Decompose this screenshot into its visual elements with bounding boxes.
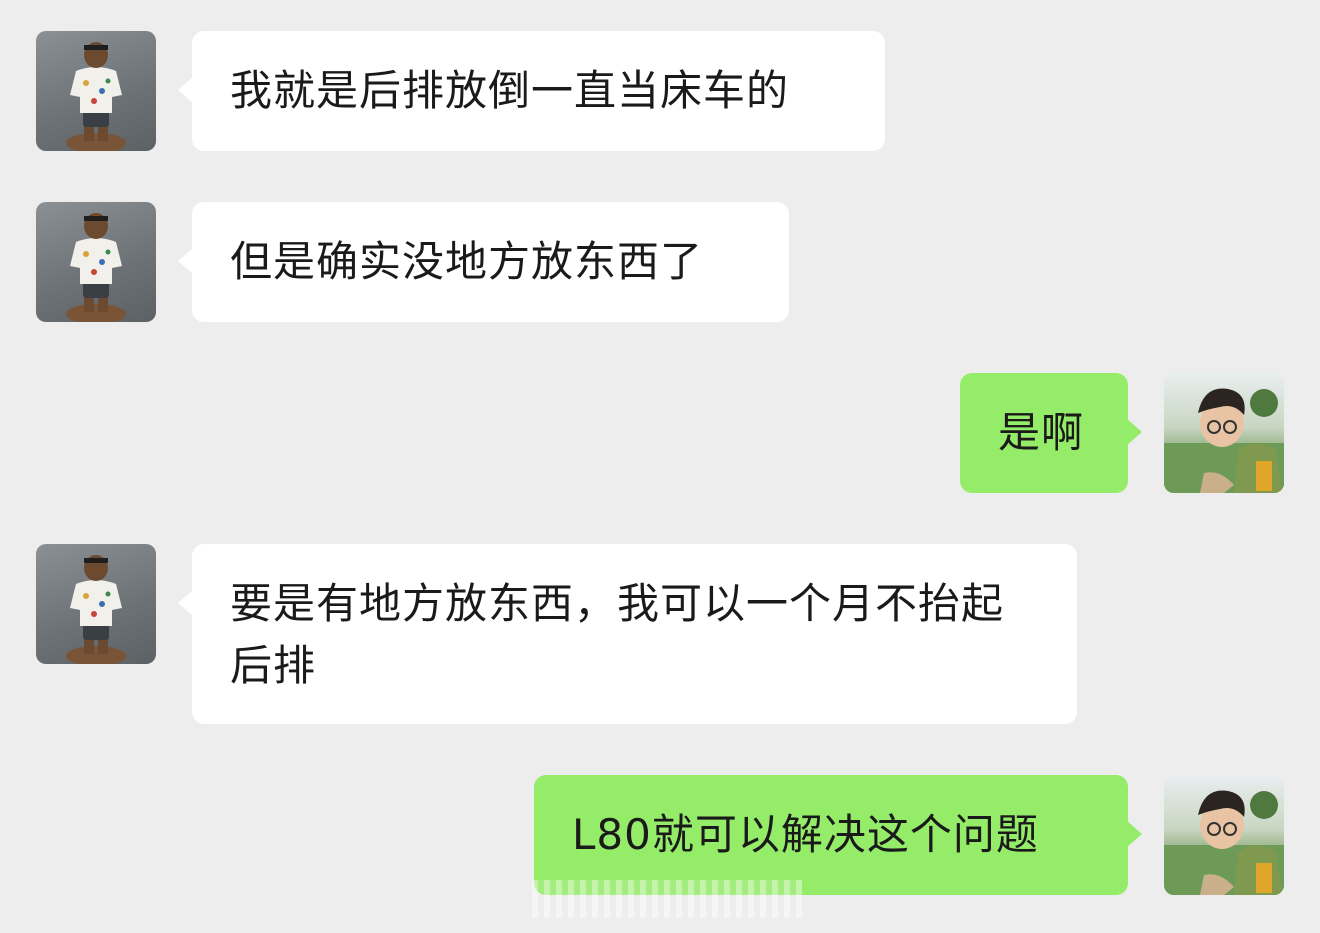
message-bubble-incoming[interactable]: 但是确实没地方放东西了 xyxy=(178,202,789,322)
message-text: 是啊 xyxy=(998,408,1085,457)
message-text: 我就是后排放倒一直当床车的 xyxy=(230,66,790,115)
message-bubble-outgoing[interactable]: 是啊 xyxy=(960,373,1142,493)
message-bubble-incoming[interactable]: 我就是后排放倒一直当床车的 xyxy=(178,31,885,151)
contact-avatar[interactable] xyxy=(36,202,156,322)
figurine-avatar-icon xyxy=(66,213,126,322)
message-bubble-incoming[interactable]: 要是有地方放东西，我可以一个月不抬起后排 xyxy=(178,544,1077,724)
message-text: 但是确实没地方放东西了 xyxy=(230,237,704,286)
figurine-avatar-icon xyxy=(66,42,126,151)
contact-avatar[interactable] xyxy=(36,31,156,151)
message-bubble-outgoing[interactable]: L80就可以解决这个问题 xyxy=(534,775,1142,895)
figurine-avatar-icon xyxy=(66,555,126,664)
message-text: L80就可以解决这个问题 xyxy=(572,810,1039,859)
watermark-overlay xyxy=(532,880,802,918)
person-photo-avatar-icon xyxy=(1164,388,1284,493)
message-text: 要是有地方放东西，我可以一个月不抬起后排 xyxy=(230,579,1005,690)
my-avatar[interactable] xyxy=(1164,775,1284,895)
contact-avatar[interactable] xyxy=(36,544,156,664)
my-avatar[interactable] xyxy=(1164,373,1284,493)
person-photo-avatar-icon xyxy=(1164,790,1284,895)
